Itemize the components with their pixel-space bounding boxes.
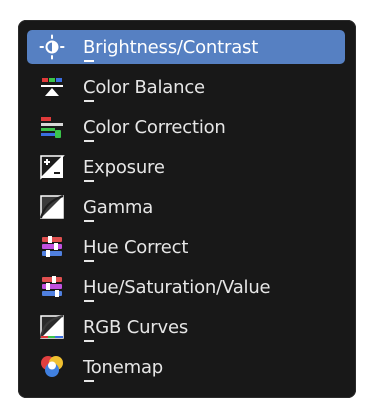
menu-item-hue-saturation-value[interactable]: Hue/Saturation/Value: [27, 270, 345, 304]
menu-item-label: Gamma: [83, 197, 153, 222]
gamma-icon: [39, 194, 65, 220]
menu-item-label: RGB Curves: [83, 317, 188, 342]
menu-item-label: Hue Correct: [83, 237, 188, 262]
menu-item-tonemap[interactable]: Tonemap: [27, 350, 345, 384]
hue-saturation-value-icon: [39, 274, 65, 300]
canvas: Brightness/Contrast Color Balance Color …: [0, 0, 374, 408]
color-correction-icon: [39, 114, 65, 140]
hue-correct-icon: [39, 234, 65, 260]
menu-item-label: Brightness/Contrast: [83, 37, 258, 62]
color-adjust-menu: Brightness/Contrast Color Balance Color …: [18, 20, 356, 398]
menu-item-gamma[interactable]: Gamma: [27, 190, 345, 224]
menu-item-label: Color Balance: [83, 77, 205, 102]
menu-item-label: Color Correction: [83, 117, 226, 142]
menu-item-hue-correct[interactable]: Hue Correct: [27, 230, 345, 264]
menu-item-label: Exposure: [83, 157, 165, 182]
menu-item-label: Hue/Saturation/Value: [83, 277, 271, 302]
menu-item-color-balance[interactable]: Color Balance: [27, 70, 345, 104]
color-balance-icon: [39, 74, 65, 100]
menu-item-label: Tonemap: [83, 357, 163, 382]
menu-item-color-correction[interactable]: Color Correction: [27, 110, 345, 144]
menu-item-rgb-curves[interactable]: RGB Curves: [27, 310, 345, 344]
tonemap-icon: [39, 354, 65, 380]
menu-item-exposure[interactable]: Exposure: [27, 150, 345, 184]
brightness-contrast-icon: [39, 34, 65, 60]
rgb-curves-icon: [39, 314, 65, 340]
menu-item-brightness-contrast[interactable]: Brightness/Contrast: [27, 30, 345, 64]
exposure-icon: [39, 154, 65, 180]
